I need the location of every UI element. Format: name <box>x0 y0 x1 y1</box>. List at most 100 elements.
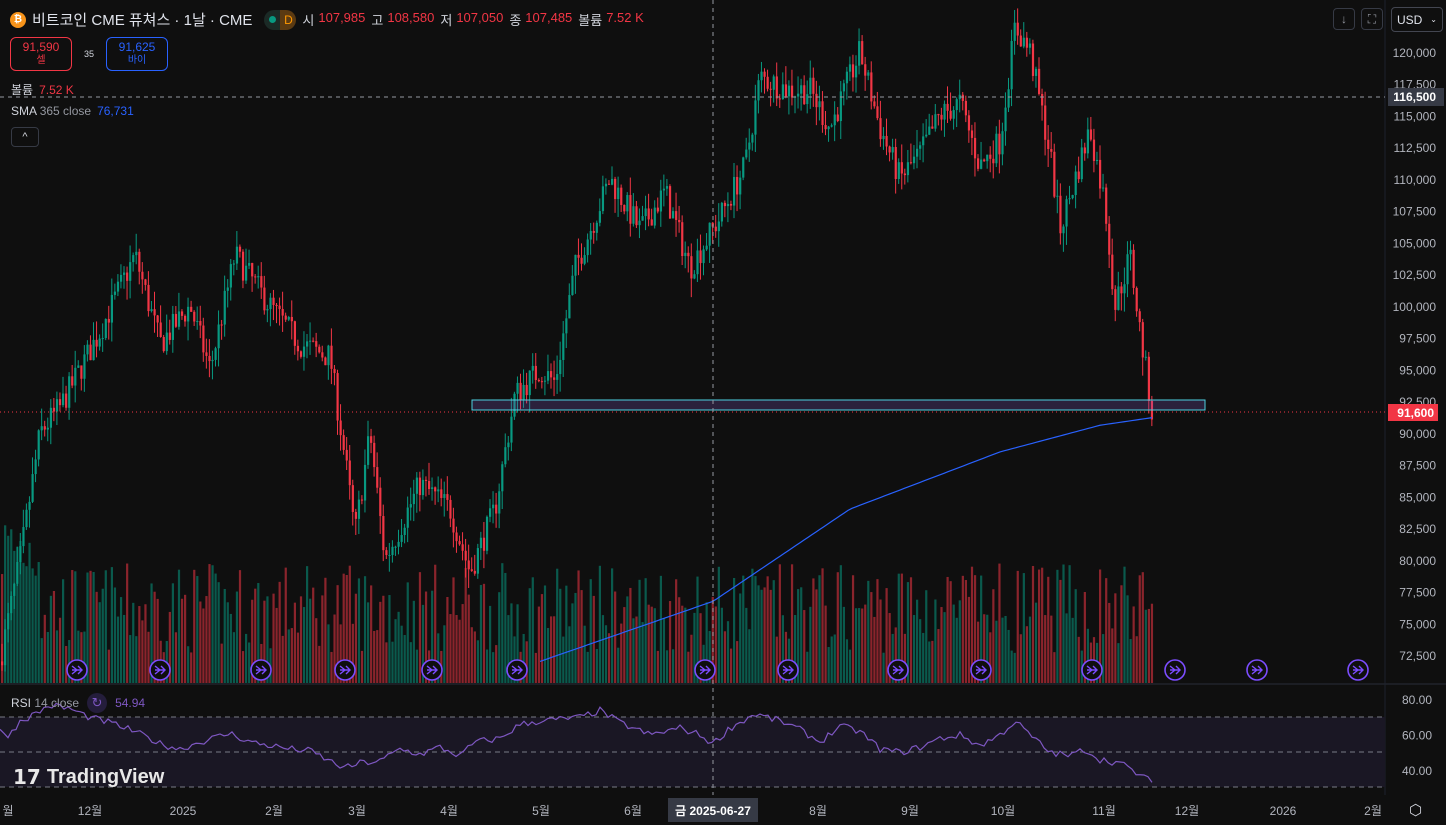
candle-body <box>766 76 769 89</box>
candle-body <box>156 315 159 323</box>
candle-body <box>864 64 867 76</box>
candle-body <box>7 613 10 630</box>
volume-bar <box>132 602 135 683</box>
earnings-arrow-icon[interactable] <box>421 659 443 681</box>
earnings-arrow-icon[interactable] <box>149 659 171 681</box>
candle-body <box>315 341 318 347</box>
volume-bar <box>647 604 650 683</box>
chart-canvas[interactable]: 120,000117,500115,000112,500110,000107,5… <box>0 0 1446 825</box>
sell-price: 91,590 <box>22 40 60 54</box>
candle-body <box>916 148 919 157</box>
candle-body <box>662 188 666 191</box>
rsi-legend[interactable]: RSI 14 close ↻ 54.94 <box>11 693 145 713</box>
settings-icon[interactable]: ⬡ <box>1409 801 1422 819</box>
volume-bar <box>763 587 766 683</box>
volume-label: 볼륨 <box>11 83 34 97</box>
candle-body <box>1016 22 1019 36</box>
volume-bar <box>116 616 120 683</box>
volume-bar <box>275 607 278 683</box>
earnings-arrow-icon[interactable] <box>250 659 272 681</box>
candle-body <box>223 290 226 325</box>
sell-button[interactable]: 91,590 셀 <box>10 37 72 71</box>
symbol-title[interactable]: 비트코인 CME 퓨쳐스 · 1날 · CME <box>32 9 252 30</box>
volume-bar <box>1062 564 1065 683</box>
collapse-legend-button[interactable]: ^ <box>11 127 39 147</box>
buy-button[interactable]: 91,625 바이 <box>106 37 169 71</box>
candle-body <box>876 106 879 119</box>
market-status-badge[interactable]: D <box>264 9 297 30</box>
time-tick-label: 2025 <box>170 804 197 818</box>
volume-bar <box>531 577 534 683</box>
volume-bar <box>1007 629 1010 683</box>
price-tick-label: 80,000 <box>1399 554 1436 568</box>
candle-body <box>726 203 730 207</box>
volume-bar <box>934 599 937 683</box>
time-tick-label: 8월 <box>809 804 827 818</box>
currency-select[interactable]: USD ⌄ <box>1391 7 1443 32</box>
candle-body <box>1044 105 1047 140</box>
volume-bar <box>940 607 943 683</box>
earnings-arrow-icon[interactable] <box>777 659 799 681</box>
candle-body <box>1041 93 1044 106</box>
tradingview-logo[interactable]: 𝟭𝟳 TradingView <box>13 765 164 790</box>
scroll-down-button[interactable]: ↓ <box>1333 8 1355 30</box>
volume-legend[interactable]: 볼륨 7.52 K <box>11 81 74 98</box>
candle-body <box>342 435 345 450</box>
candle-body <box>449 499 452 519</box>
candle-body <box>440 489 443 498</box>
candle-body <box>71 376 74 386</box>
volume-bar <box>766 576 769 683</box>
earnings-arrow-icon[interactable] <box>1347 659 1369 681</box>
earnings-arrow-icon[interactable] <box>66 659 88 681</box>
volume-bar <box>1013 652 1016 683</box>
candle-body <box>324 357 327 366</box>
earnings-arrow-icon[interactable] <box>1081 659 1103 681</box>
candle-body <box>421 479 425 496</box>
candle-body <box>65 393 68 408</box>
candle-body <box>1022 37 1025 47</box>
candle-body <box>611 178 614 185</box>
earnings-arrow-icon[interactable] <box>694 659 716 681</box>
candle-body <box>827 126 830 130</box>
volume-bar <box>1016 570 1019 683</box>
candle-body <box>855 65 858 78</box>
volume-bar <box>1041 567 1044 683</box>
candle-body <box>113 291 117 295</box>
candle-body <box>909 162 913 164</box>
candle-body <box>424 479 428 481</box>
earnings-arrow-icon[interactable] <box>506 659 528 681</box>
earnings-arrow-icon[interactable] <box>1164 659 1186 681</box>
candle-body <box>208 355 211 362</box>
candle-body <box>1074 171 1077 196</box>
earnings-arrow-icon[interactable] <box>887 659 909 681</box>
candle-body <box>409 504 412 508</box>
earnings-arrow-icon[interactable] <box>334 659 356 681</box>
volume-bar <box>772 580 775 683</box>
volume-bar <box>580 590 583 683</box>
candle-body <box>199 321 202 326</box>
volume-bar <box>943 612 946 683</box>
candle-body <box>672 211 675 219</box>
candle-body <box>742 157 745 178</box>
volume-bar <box>1059 579 1062 683</box>
volume-bar <box>126 563 129 683</box>
volume-bar <box>397 611 400 683</box>
candle-body <box>1001 131 1004 155</box>
volume-bar <box>574 592 577 683</box>
fullscreen-button[interactable]: ⛶ <box>1361 8 1383 30</box>
candle-body <box>248 263 251 266</box>
volume-bar <box>967 596 971 683</box>
candle-body <box>107 318 110 323</box>
sma-legend[interactable]: SMA 365 close 76,731 <box>11 104 134 118</box>
candle-body <box>357 499 361 519</box>
candle-body <box>19 546 22 563</box>
earnings-arrow-icon[interactable] <box>1246 659 1268 681</box>
volume-bar <box>873 616 876 683</box>
candle-body <box>952 110 955 119</box>
volume-bar <box>299 596 303 683</box>
earnings-arrow-icon[interactable] <box>970 659 992 681</box>
candle-body <box>412 493 415 505</box>
candle-body <box>754 100 757 135</box>
candle-body <box>839 91 842 122</box>
candle-body <box>812 77 815 94</box>
